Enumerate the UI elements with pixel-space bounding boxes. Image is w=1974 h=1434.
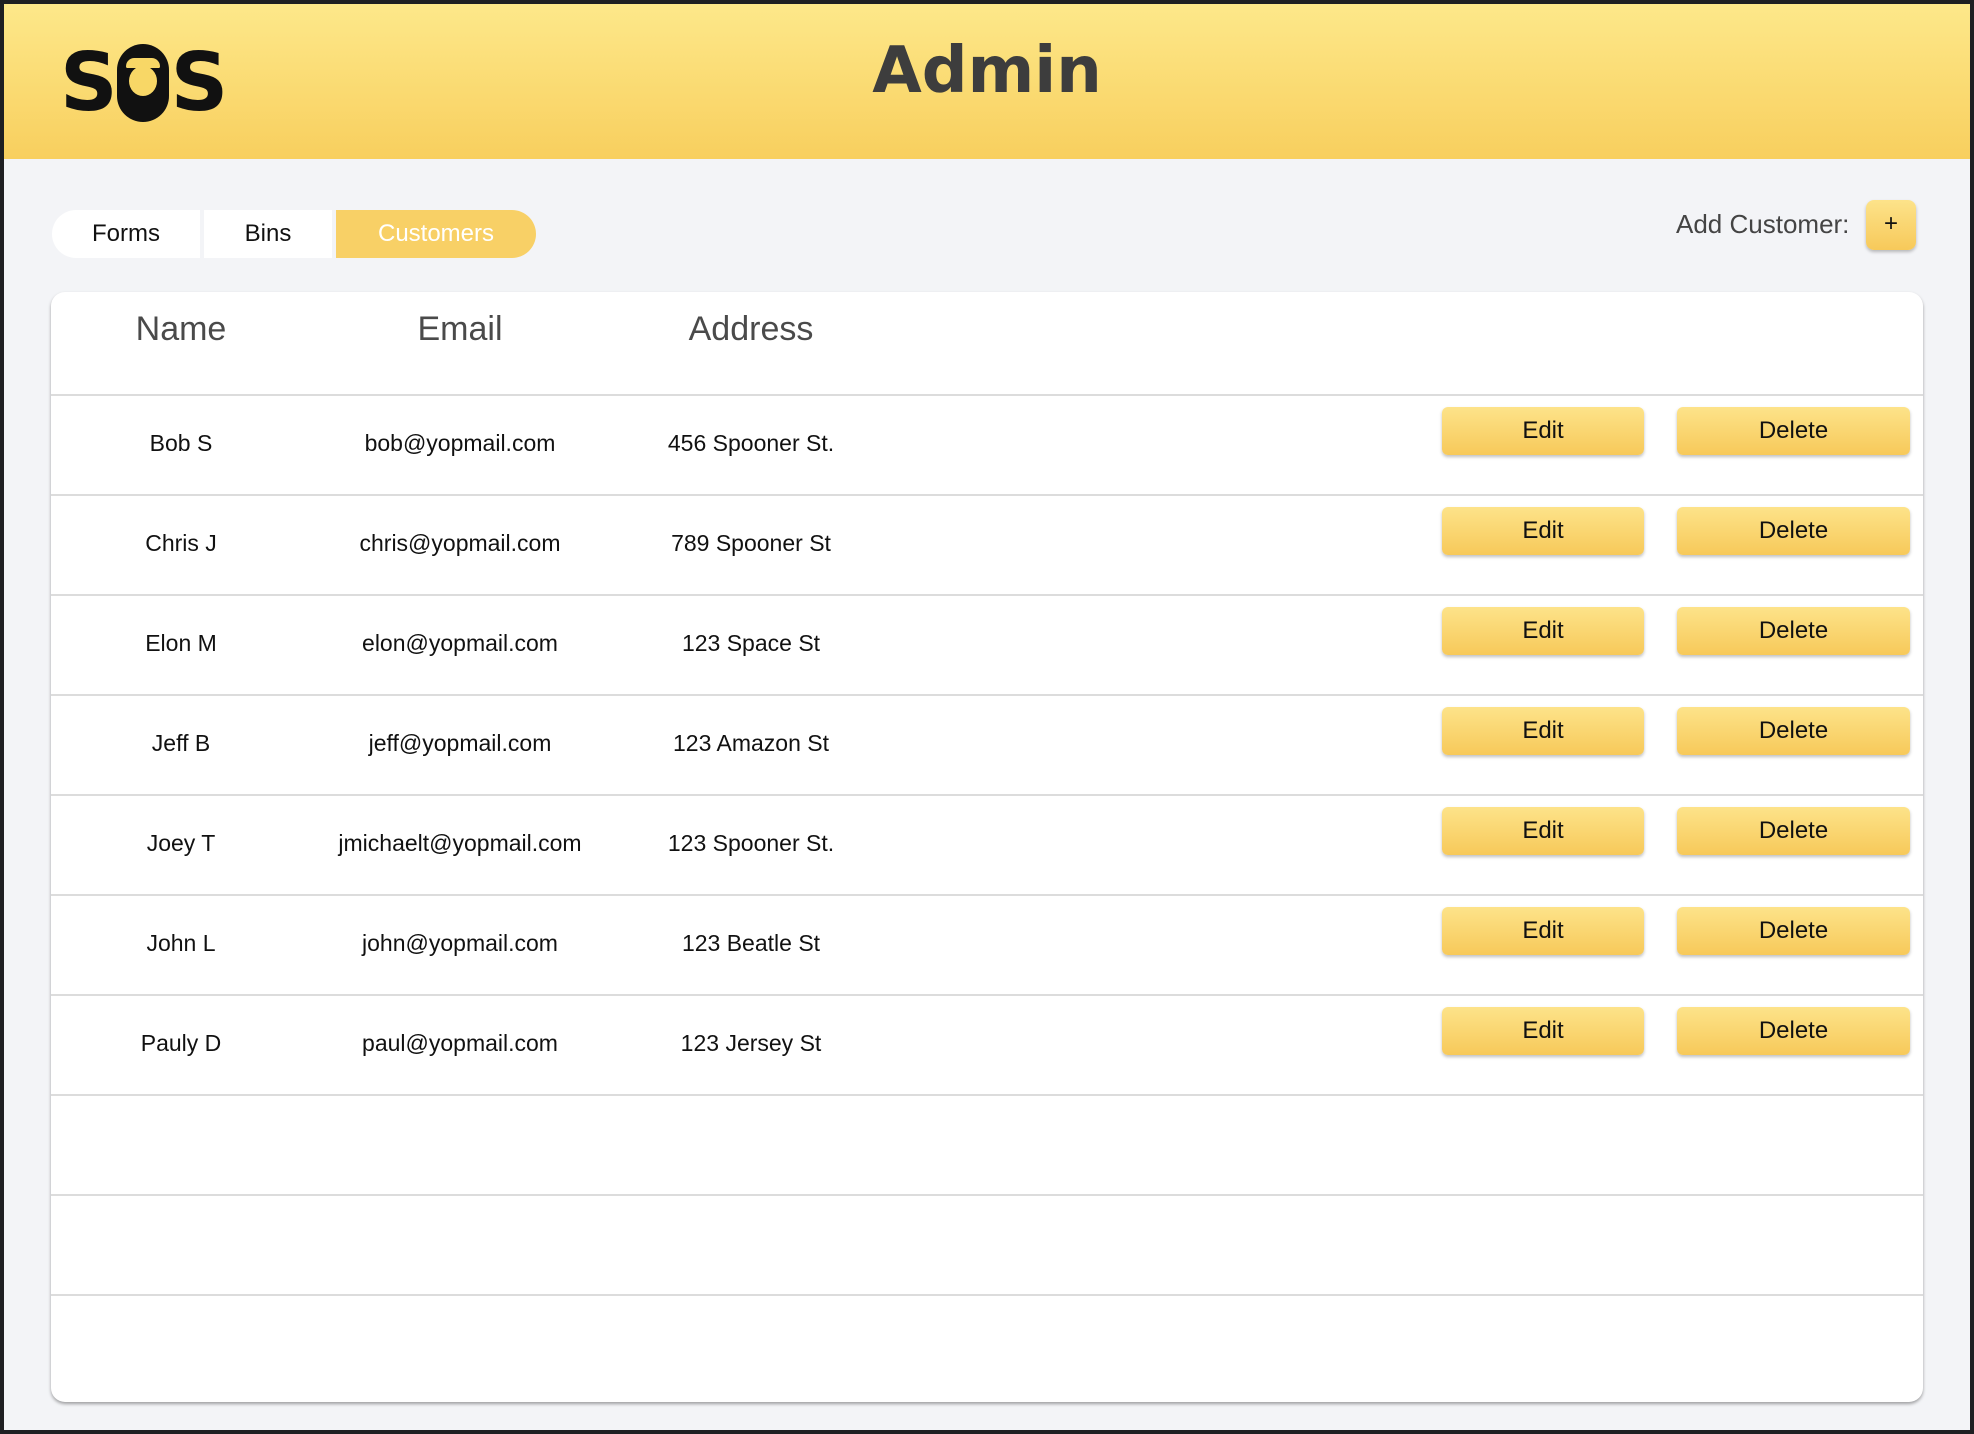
edit-button[interactable]: Edit <box>1442 1007 1644 1055</box>
edit-button[interactable]: Edit <box>1442 607 1644 655</box>
delete-button[interactable]: Delete <box>1677 607 1910 655</box>
customer-name: Pauly D <box>140 1030 222 1056</box>
customer-name: Jeff B <box>151 730 211 756</box>
customer-name: Elon M <box>145 630 217 656</box>
customer-address: 123 Space St <box>681 630 821 656</box>
table-row: Elon M elon@yopmail.com 123 Space St Edi… <box>51 596 1923 696</box>
delete-button[interactable]: Delete <box>1677 807 1910 855</box>
customer-email: bob@yopmail.com <box>364 430 556 456</box>
customer-address: 123 Jersey St <box>680 1030 822 1056</box>
add-customer-label: Add Customer: <box>1676 209 1850 239</box>
table-row: Bob S bob@yopmail.com 456 Spooner St. Ed… <box>51 396 1923 496</box>
customer-address: 456 Spooner St. <box>667 430 835 456</box>
table-row: Chris J chris@yopmail.com 789 Spooner St… <box>51 496 1923 596</box>
empty-table-row <box>51 1196 1923 1296</box>
tab-customers[interactable]: Customers <box>336 210 536 258</box>
delete-button[interactable]: Delete <box>1677 707 1910 755</box>
customer-email: jmichaelt@yopmail.com <box>338 830 582 856</box>
edit-button[interactable]: Edit <box>1442 807 1644 855</box>
customer-name: Joey T <box>146 830 216 856</box>
empty-table-row <box>51 1096 1923 1196</box>
customer-address: 123 Beatle St <box>681 930 821 956</box>
customer-email: john@yopmail.com <box>362 930 558 956</box>
edit-button[interactable]: Edit <box>1442 707 1644 755</box>
edit-button[interactable]: Edit <box>1442 407 1644 455</box>
table-row: Joey T jmichaelt@yopmail.com 123 Spooner… <box>51 796 1923 896</box>
table-header: Name Email Address <box>51 292 1923 396</box>
customer-name: Chris J <box>145 530 217 556</box>
customer-name: John L <box>146 930 216 956</box>
customer-email: jeff@yopmail.com <box>368 730 552 756</box>
tab-forms[interactable]: Forms <box>52 210 200 258</box>
edit-button[interactable]: Edit <box>1442 907 1644 955</box>
customer-email: paul@yopmail.com <box>362 1030 558 1056</box>
column-header-email[interactable]: Email <box>417 310 502 349</box>
customer-email: chris@yopmail.com <box>359 530 561 556</box>
customer-email: elon@yopmail.com <box>362 630 558 656</box>
tab-bins[interactable]: Bins <box>204 210 332 258</box>
column-header-address[interactable]: Address <box>689 310 814 349</box>
customer-address: 789 Spooner St <box>671 530 831 556</box>
section-tabs: Forms Bins Customers <box>52 210 536 258</box>
delete-button[interactable]: Delete <box>1677 1007 1910 1055</box>
edit-button[interactable]: Edit <box>1442 507 1644 555</box>
add-customer-button[interactable]: + <box>1866 200 1916 250</box>
customers-table: Name Email Address Bob S bob@yopmail.com… <box>51 292 1923 1402</box>
delete-button[interactable]: Delete <box>1677 407 1910 455</box>
column-header-name[interactable]: Name <box>136 310 227 349</box>
table-row: John L john@yopmail.com 123 Beatle St Ed… <box>51 896 1923 996</box>
customer-name: Bob S <box>149 430 213 456</box>
table-row: Pauly D paul@yopmail.com 123 Jersey St E… <box>51 996 1923 1096</box>
delete-button[interactable]: Delete <box>1677 507 1910 555</box>
customer-address: 123 Spooner St. <box>667 830 835 856</box>
app-header: S S Admin <box>4 4 1970 159</box>
table-row: Jeff B jeff@yopmail.com 123 Amazon St Ed… <box>51 696 1923 796</box>
page-title: Admin <box>872 34 1102 108</box>
delete-button[interactable]: Delete <box>1677 907 1910 955</box>
customer-address: 123 Amazon St <box>673 730 829 756</box>
admin-window: S S Admin Forms Bins Customers Add Custo… <box>4 4 1970 1430</box>
